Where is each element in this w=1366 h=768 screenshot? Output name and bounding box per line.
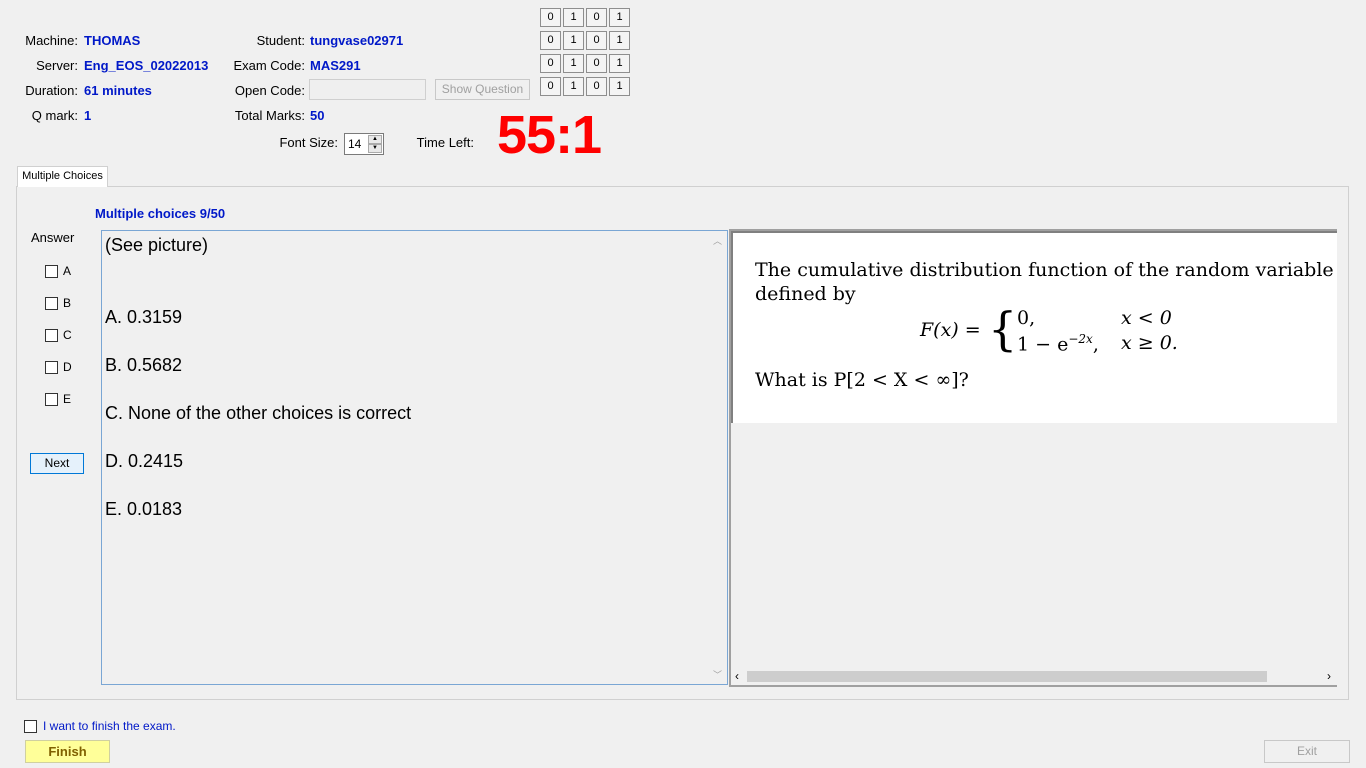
picture-case2-tail: , bbox=[1092, 333, 1099, 356]
open-code-input[interactable] bbox=[309, 79, 426, 100]
bit-cell: 0 bbox=[540, 8, 561, 27]
finish-exam-checkbox[interactable] bbox=[24, 720, 37, 733]
exit-button[interactable]: Exit bbox=[1264, 740, 1350, 763]
tab-panel: Multiple choices 9/50 Answer A B C D E N… bbox=[16, 186, 1349, 700]
picture-question-line: What is P[2 < X < ∞]? bbox=[755, 369, 969, 391]
bit-cell: 0 bbox=[586, 54, 607, 73]
stepper-down-icon[interactable]: ▼ bbox=[368, 144, 382, 153]
stepper-up-icon[interactable]: ▲ bbox=[368, 135, 382, 144]
bit-cell: 1 bbox=[609, 77, 630, 96]
bit-cell: 0 bbox=[586, 31, 607, 50]
option-b-checkbox[interactable] bbox=[45, 297, 58, 310]
font-size-value: 14 bbox=[348, 137, 362, 151]
qmark-value: 1 bbox=[84, 108, 92, 123]
scroll-right-icon[interactable]: › bbox=[1327, 669, 1331, 683]
option-a-label: A bbox=[63, 264, 72, 278]
bit-cell: 1 bbox=[563, 31, 584, 50]
picture-case2-exp: −2x bbox=[1068, 332, 1093, 346]
scroll-up-icon[interactable]: ︿ bbox=[713, 234, 722, 247]
bit-grid: 0 1 0 1 0 1 0 1 0 1 0 1 0 1 0 1 bbox=[540, 8, 632, 100]
bit-cell: 1 bbox=[609, 54, 630, 73]
picture-fx: F(x) = bbox=[920, 319, 981, 341]
machine-value: THOMAS bbox=[84, 33, 141, 48]
tab-multiple-choices[interactable]: Multiple Choices bbox=[17, 166, 108, 187]
option-b-label: B bbox=[63, 296, 72, 310]
bit-cell: 1 bbox=[563, 54, 584, 73]
machine-label: Machine: bbox=[25, 33, 78, 48]
picture-case2-cond: x ≥ 0. bbox=[1121, 332, 1178, 354]
student-value: tungvase02971 bbox=[310, 33, 404, 48]
server-value: Eng_EOS_02022013 bbox=[84, 58, 209, 73]
question-prompt: (See picture) bbox=[105, 235, 209, 255]
question-scrollbar[interactable]: ︿ ﹀ bbox=[710, 231, 727, 684]
show-question-button[interactable]: Show Question bbox=[435, 79, 530, 100]
bit-cell: 1 bbox=[563, 8, 584, 27]
option-d-checkbox[interactable] bbox=[45, 361, 58, 374]
picture-line2: defined by bbox=[755, 283, 856, 305]
total-marks-label: Total Marks: bbox=[234, 108, 305, 123]
bit-cell: 0 bbox=[540, 77, 561, 96]
option-d-label: D bbox=[63, 360, 72, 374]
server-label: Server: bbox=[36, 58, 78, 73]
open-code-label: Open Code: bbox=[234, 83, 305, 98]
choice-b-text: B. 0.5682 bbox=[105, 355, 183, 375]
bit-cell: 1 bbox=[609, 31, 630, 50]
bit-cell: 0 bbox=[586, 77, 607, 96]
picture-line1: The cumulative distribution function of … bbox=[755, 259, 1337, 281]
font-size-label: Font Size: bbox=[279, 135, 338, 150]
option-c-checkbox[interactable] bbox=[45, 329, 58, 342]
font-size-stepper[interactable]: 14 ▲ ▼ bbox=[344, 133, 384, 155]
scroll-thumb[interactable] bbox=[747, 671, 1267, 682]
question-text-box[interactable]: (See picture) A. 0.3159 B. 0.5682 C. Non… bbox=[101, 230, 728, 685]
duration-value: 61 minutes bbox=[84, 83, 152, 98]
scroll-left-icon[interactable]: ‹ bbox=[735, 669, 739, 683]
option-e-checkbox[interactable] bbox=[45, 393, 58, 406]
exam-code-label: Exam Code: bbox=[233, 58, 305, 73]
exam-code-value: MAS291 bbox=[310, 58, 361, 73]
bit-cell: 1 bbox=[563, 77, 584, 96]
picture-case1-cond: x < 0 bbox=[1121, 307, 1172, 329]
picture-hscrollbar[interactable]: ‹ › bbox=[731, 668, 1337, 685]
bit-cell: 1 bbox=[609, 8, 630, 27]
answer-label: Answer bbox=[31, 230, 75, 245]
choice-d-text: D. 0.2415 bbox=[105, 451, 184, 471]
choice-a-text: A. 0.3159 bbox=[105, 307, 183, 327]
picture-case2-expr: 1 − e−2x, bbox=[1017, 332, 1099, 355]
picture-case1-expr: 0, bbox=[1017, 307, 1036, 329]
total-marks-value: 50 bbox=[310, 108, 325, 123]
question-counter: Multiple choices 9/50 bbox=[95, 206, 226, 221]
time-left-label: Time Left: bbox=[416, 135, 474, 150]
time-left-value: 55:1 bbox=[497, 105, 602, 165]
bit-cell: 0 bbox=[540, 54, 561, 73]
duration-label: Duration: bbox=[25, 83, 78, 98]
bit-cell: 0 bbox=[586, 8, 607, 27]
bit-cell: 0 bbox=[540, 31, 561, 50]
student-label: Student: bbox=[256, 33, 305, 48]
choice-e-text: E. 0.0183 bbox=[105, 499, 183, 519]
finish-button[interactable]: Finish bbox=[25, 740, 110, 763]
next-button[interactable]: Next bbox=[30, 453, 84, 474]
finish-exam-label: I want to finish the exam. bbox=[43, 719, 176, 733]
option-e-label: E bbox=[63, 392, 72, 406]
picture-case2-base: 1 − e bbox=[1017, 333, 1069, 356]
option-c-label: C bbox=[63, 328, 72, 342]
option-a-checkbox[interactable] bbox=[45, 265, 58, 278]
question-image: The cumulative distribution function of … bbox=[731, 231, 1337, 423]
qmark-label: Q mark: bbox=[31, 108, 78, 123]
picture-brace-icon: { bbox=[988, 302, 1018, 356]
picture-panel[interactable]: The cumulative distribution function of … bbox=[729, 229, 1337, 687]
scroll-down-icon[interactable]: ﹀ bbox=[713, 668, 722, 681]
choice-c-text: C. None of the other choices is correct bbox=[105, 403, 412, 423]
